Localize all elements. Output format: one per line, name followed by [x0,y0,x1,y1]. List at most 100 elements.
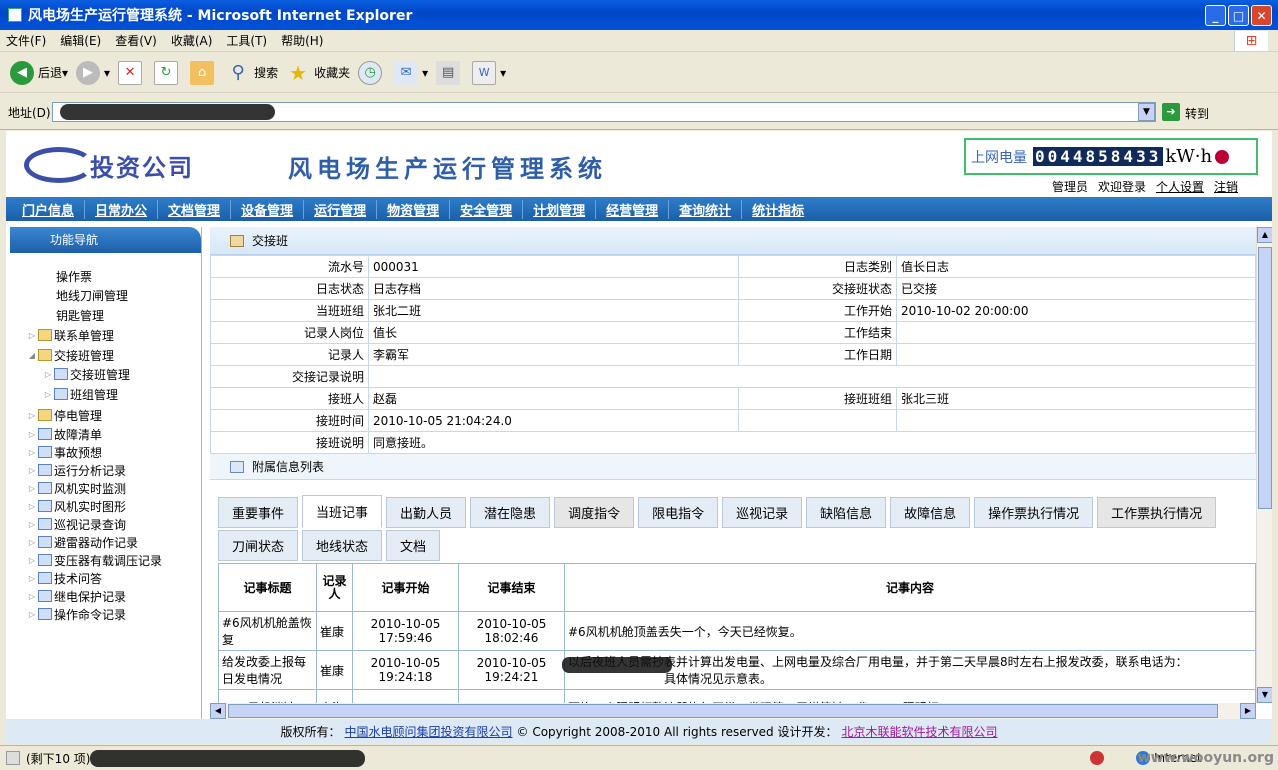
menu-favorites[interactable]: 收藏(A) [171,32,213,49]
nav-planning[interactable]: 计划管理 [523,199,597,219]
sidebar-item-relay[interactable]: ▷ 继电保护记录 [10,587,201,605]
scroll-right-button[interactable]: ▶ [1240,703,1256,719]
favorites-button[interactable]: ★ 收藏夹 [286,61,350,85]
expand-arrow-icon[interactable]: ▷ [26,331,38,340]
sidebar-item-teams[interactable]: ▷ 班组管理 [10,383,201,405]
sidebar-item-accident[interactable]: ▷ 事故预想 [10,443,201,461]
tab-operation-tickets[interactable]: 操作票执行情况 [974,497,1094,528]
sidebar-item-label: 交接班管理 [54,348,115,363]
nav-safety[interactable]: 安全管理 [450,199,524,219]
print-button[interactable]: ▤ [436,60,464,85]
nav-materials[interactable]: 物资管理 [377,199,451,219]
tab-ground-status[interactable]: 地线状态 [302,530,383,561]
tab-curtailment[interactable]: 限电指令 [638,497,719,528]
menu-tools[interactable]: 工具(T) [226,32,267,49]
tab-shift-notes[interactable]: 当班记事 [302,495,383,528]
sidebar-item-graphics[interactable]: ▷ 风机实时图形 [10,497,201,515]
edit-button[interactable]: W ▾ [472,60,506,85]
stop-button[interactable]: ✕ [118,60,146,85]
tab-documents[interactable]: 文档 [386,530,441,561]
expand-arrow-icon[interactable]: ▷ [26,556,38,565]
tab-switch-status[interactable]: 刀闸状态 [218,530,299,561]
logout-link[interactable]: 注销 [1214,178,1238,195]
sidebar-item-commands[interactable]: ▷ 操作命令记录 [10,605,201,623]
h-scroll-thumb[interactable] [228,704,1218,718]
expand-arrow-icon[interactable]: ▷ [26,538,38,547]
vertical-scrollbar[interactable]: ▲ ▼ [1256,227,1272,703]
tab-patrol[interactable]: 巡视记录 [722,497,803,528]
minimize-button[interactable]: _ [1205,5,1226,26]
search-button[interactable]: ⚲ 搜索 [226,61,278,85]
expand-arrow-icon[interactable]: ▷ [26,430,38,439]
tab-attendance[interactable]: 出勤人员 [386,497,467,528]
sidebar-item-operation-ticket[interactable]: 操作票 [10,267,201,285]
maximize-button[interactable]: □ [1228,5,1249,26]
expand-arrow-icon[interactable]: ▷ [42,370,54,379]
horizontal-scrollbar[interactable]: ◀ ▶ [210,703,1256,719]
expand-arrow-icon[interactable]: ▷ [26,610,38,619]
tab-hazards[interactable]: 潜在隐患 [470,497,551,528]
expand-arrow-icon[interactable]: ▷ [26,520,38,529]
home-button[interactable]: ⌂ [190,60,218,85]
sidebar-item-faults[interactable]: ▷ 故障清单 [10,425,201,443]
sidebar-item-label: 风机实时图形 [54,499,127,514]
scroll-up-button[interactable]: ▲ [1257,227,1272,243]
scroll-down-button[interactable]: ▼ [1257,687,1272,703]
personal-settings-link[interactable]: 个人设置 [1156,178,1204,195]
menu-file[interactable]: 文件(F) [6,32,46,49]
sidebar-item-ground-switch[interactable]: 地线刀闸管理 [10,285,201,305]
mail-button[interactable]: ✉ ▾ [394,60,428,85]
close-button[interactable]: ✕ [1251,5,1272,26]
nav-office[interactable]: 日常办公 [85,199,159,219]
sidebar-item-analysis[interactable]: ▷ 运行分析记录 [10,461,201,479]
expand-arrow-icon[interactable]: ▷ [26,466,38,475]
tab-dispatch[interactable]: 调度指令 [554,497,635,528]
sidebar-item-handover[interactable]: ◢ 交接班管理 [10,345,201,365]
owner-link[interactable]: 中国水电顾问集团投资有限公司 [345,723,513,740]
nav-indicators[interactable]: 统计指标 [742,200,814,219]
table-row[interactable]: 给发改委上报每日发电情况 崔康 2010-10-05 19:24:18 2010… [218,650,1256,690]
power-unit: kW·h [1165,146,1213,167]
history-button[interactable]: ◷ [358,60,386,85]
tab-defects[interactable]: 缺陷信息 [806,497,887,528]
expand-arrow-icon[interactable]: ▷ [26,502,38,511]
tab-work-tickets[interactable]: 工作票执行情况 [1097,497,1217,528]
back-button[interactable]: ◀ 后退 ▾ [10,60,68,85]
developer-link[interactable]: 北京木联能软件技术有限公司 [842,723,998,740]
address-dropdown[interactable]: ▼ [1138,103,1155,121]
nav-portal[interactable]: 门户信息 [12,199,86,219]
expand-arrow-icon[interactable]: ▷ [26,411,38,420]
sidebar-item-handover-sub[interactable]: ▷ 交接班管理 [10,365,201,383]
expand-arrow-icon[interactable]: ▷ [26,448,38,457]
tab-important-events[interactable]: 重要事件 [218,497,299,528]
menu-edit[interactable]: 编辑(E) [60,32,101,49]
sidebar-item-arrester[interactable]: ▷ 避雷器动作记录 [10,533,201,551]
nav-business[interactable]: 经营管理 [596,199,670,219]
nav-documents[interactable]: 文档管理 [158,199,232,219]
sidebar-item-keys[interactable]: 钥匙管理 [10,305,201,325]
sidebar-item-outage[interactable]: ▷ 停电管理 [10,405,201,425]
go-arrow-icon[interactable]: ➜ [1162,103,1180,121]
sidebar-item-patrol[interactable]: ▷ 巡视记录查询 [10,515,201,533]
collapse-arrow-icon[interactable]: ◢ [26,351,38,360]
sidebar-item-contact[interactable]: ▷ 联系单管理 [10,325,201,345]
nav-operations[interactable]: 运行管理 [304,199,378,219]
sidebar-item-transformer[interactable]: ▷ 变压器有载调压记录 [10,551,201,569]
menu-help[interactable]: 帮助(H) [281,32,323,49]
expand-arrow-icon[interactable]: ▷ [42,390,54,399]
expand-arrow-icon[interactable]: ▷ [26,484,38,493]
expand-arrow-icon[interactable]: ▷ [26,574,38,583]
menu-view[interactable]: 查看(V) [115,32,157,49]
refresh-button[interactable]: ↻ [154,60,182,85]
nav-equipment[interactable]: 设备管理 [231,199,305,219]
table-row[interactable]: #6风机机舱盖恢复 崔康 2010-10-05 17:59:46 2010-10… [218,611,1256,651]
go-button[interactable]: 转到 [1185,105,1209,122]
sidebar-item-qa[interactable]: ▷ 技术问答 [10,569,201,587]
scroll-thumb[interactable] [1258,247,1272,509]
scroll-left-button[interactable]: ◀ [210,703,226,719]
expand-arrow-icon[interactable]: ▷ [26,592,38,601]
nav-query[interactable]: 查询统计 [669,199,743,219]
sidebar-item-monitor[interactable]: ▷ 风机实时监测 [10,479,201,497]
forward-button[interactable]: ▶ ▾ [76,60,110,85]
tab-faults[interactable]: 故障信息 [890,497,971,528]
